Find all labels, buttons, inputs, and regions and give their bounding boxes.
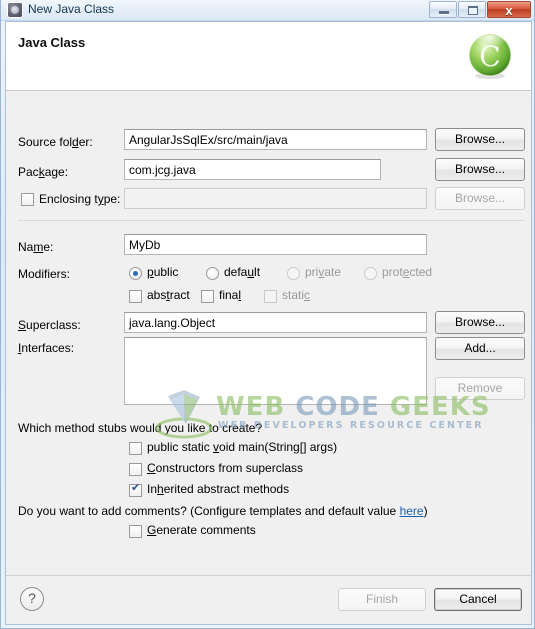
minimize-icon — [439, 11, 449, 15]
generate-comments-checkbox[interactable] — [129, 525, 142, 538]
modifier-label-abstract: abstract — [147, 288, 190, 302]
comments-question: Do you want to add comments? (Configure … — [18, 504, 428, 518]
dialog-body: Java Class C Source folder: AngularJsSql… — [5, 21, 532, 625]
enclosing-type-checkbox[interactable] — [21, 193, 34, 206]
source-folder-label: Source folder: — [18, 135, 93, 149]
package-browse-button[interactable]: Browse... — [435, 158, 525, 181]
form-content: Source folder: AngularJsSqlEx/src/main/j… — [6, 92, 531, 576]
modifiers-label: Modifiers: — [18, 267, 71, 281]
modifier-checkbox-abstract[interactable] — [129, 290, 142, 303]
wizard-header: Java Class C — [6, 22, 531, 91]
stub-label-constructors: Constructors from superclass — [147, 461, 304, 475]
stub-checkbox-inherited[interactable] — [129, 482, 142, 497]
java-class-green-c-icon: C — [468, 33, 512, 79]
modifier-label-protected: protected — [382, 265, 433, 279]
close-icon: x — [505, 3, 513, 18]
modifier-label-default: default — [224, 265, 261, 279]
modifier-label-public: public — [147, 265, 179, 279]
source-folder-browse-button[interactable]: Browse... — [435, 128, 525, 151]
name-label: Name: — [18, 240, 54, 254]
svg-text:C: C — [479, 40, 500, 73]
enclosing-type-label: Enclosing type: — [39, 192, 121, 206]
superclass-input[interactable]: java.lang.Object — [124, 312, 427, 333]
modifier-label-private: private — [305, 265, 342, 279]
help-icon[interactable]: ? — [20, 587, 44, 611]
modifier-radio-private — [287, 267, 300, 280]
stub-label-main: public static void main(String[] args) — [147, 440, 338, 454]
modifier-label-static: static — [282, 288, 311, 302]
cancel-button[interactable]: Cancel — [434, 588, 522, 611]
package-label: Package: — [18, 165, 69, 179]
modifier-checkbox-static — [264, 290, 277, 303]
enclosing-type-input[interactable] — [124, 188, 427, 209]
configure-templates-link[interactable]: here — [400, 504, 424, 518]
eclipse-wizard-icon — [7, 2, 23, 18]
new-java-class-window: New Java Class x Java Class C Source fol… — [0, 0, 535, 629]
page-title: Java Class — [18, 35, 86, 50]
method-stubs-question: Which method stubs would you like to cre… — [18, 421, 263, 435]
interfaces-list[interactable] — [124, 337, 427, 405]
window-controls: x — [428, 1, 531, 19]
modifier-checkbox-final[interactable] — [201, 290, 214, 303]
minimize-button[interactable] — [429, 1, 457, 18]
restore-icon — [468, 6, 478, 15]
modifier-label-final: final — [219, 288, 242, 302]
stub-label-inherited: Inherited abstract methods — [147, 482, 290, 496]
source-folder-input[interactable]: AngularJsSqlEx/src/main/java — [124, 129, 427, 150]
interfaces-add-button[interactable]: Add... — [435, 337, 525, 360]
maximize-button[interactable] — [458, 1, 486, 18]
modifier-radio-public[interactable] — [129, 267, 142, 280]
window-title: New Java Class — [28, 2, 115, 16]
stub-checkbox-constructors[interactable] — [129, 463, 142, 476]
stub-checkbox-main[interactable] — [129, 442, 142, 455]
modifier-radio-protected — [364, 267, 377, 280]
dialog-footer: ? Finish Cancel — [6, 575, 531, 624]
name-input[interactable]: MyDb — [124, 234, 427, 255]
interfaces-remove-button: Remove — [435, 377, 525, 400]
interfaces-label: Interfaces: — [18, 341, 75, 355]
superclass-browse-button[interactable]: Browse... — [435, 311, 525, 334]
modifier-radio-default[interactable] — [206, 267, 219, 280]
title-bar: New Java Class x — [1, 0, 534, 21]
generate-comments-label: Generate comments — [147, 523, 256, 537]
section-divider-1 — [18, 220, 525, 221]
superclass-label: Superclass: — [18, 318, 81, 332]
finish-button: Finish — [338, 588, 426, 611]
enclosing-type-browse-button: Browse... — [435, 187, 525, 210]
close-button[interactable]: x — [487, 1, 531, 18]
package-input[interactable]: com.jcg.java — [124, 159, 381, 180]
